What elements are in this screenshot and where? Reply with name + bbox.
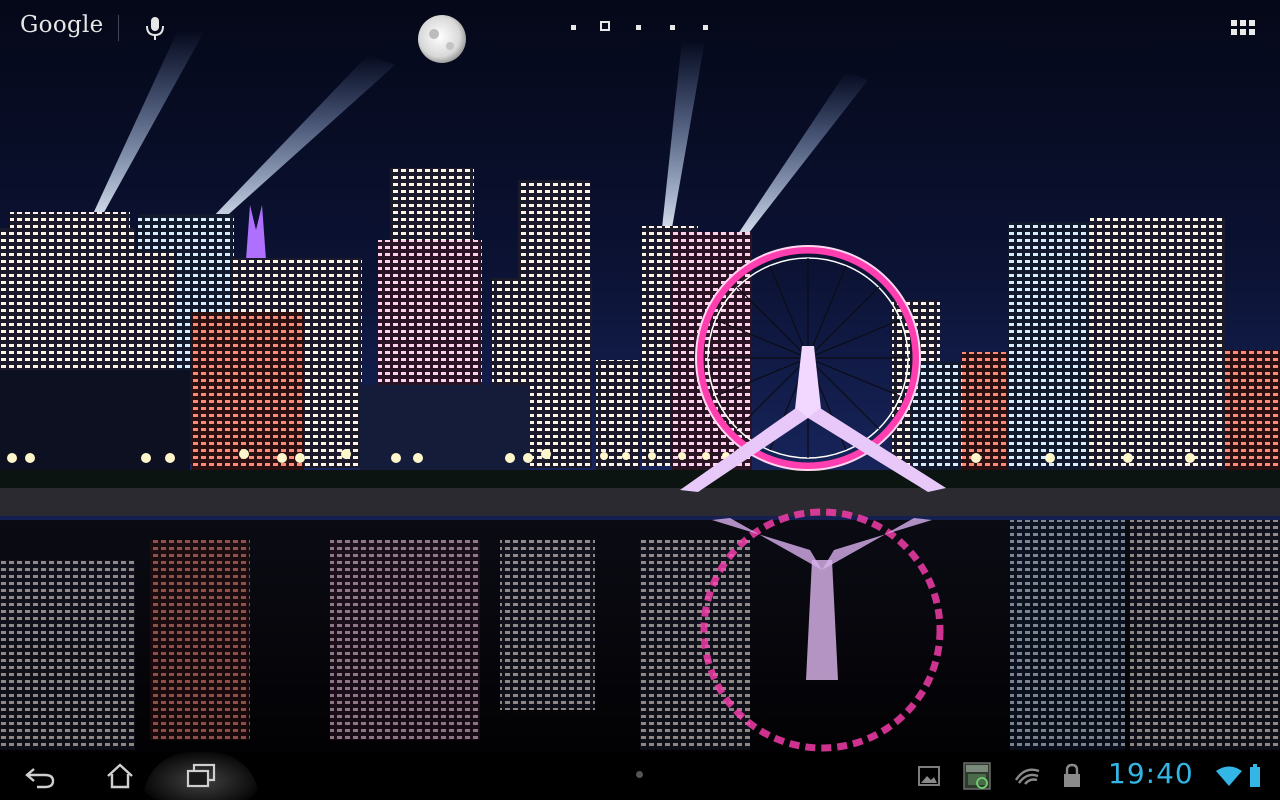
wifi-icon	[1214, 752, 1244, 800]
screenshot-notification-icon[interactable]	[960, 752, 994, 800]
page-indicator-dot	[571, 25, 576, 30]
home-icon[interactable]	[100, 752, 140, 800]
page-indicator-dot	[670, 25, 675, 30]
status-clock[interactable]: 19:40	[1108, 757, 1194, 790]
mic-icon[interactable]	[142, 14, 168, 42]
home-page-indicator	[566, 20, 716, 36]
all-apps-grid-icon[interactable]	[1228, 16, 1260, 40]
battery-icon	[1246, 752, 1264, 800]
search-divider	[118, 15, 119, 41]
recent-apps-icon[interactable]	[180, 752, 222, 800]
page-indicator-dot	[636, 25, 641, 30]
lock-notification-icon[interactable]	[1058, 752, 1086, 800]
gallery-notification-icon[interactable]	[914, 752, 944, 800]
google-search-label[interactable]: Google	[20, 12, 104, 38]
system-bar-center-dot	[636, 771, 643, 778]
sync-notification-icon[interactable]	[1010, 752, 1044, 800]
live-wallpaper	[0, 0, 1280, 752]
page-indicator-dot	[703, 25, 708, 30]
page-indicator-dot-active	[600, 21, 610, 31]
back-icon[interactable]	[18, 752, 62, 800]
